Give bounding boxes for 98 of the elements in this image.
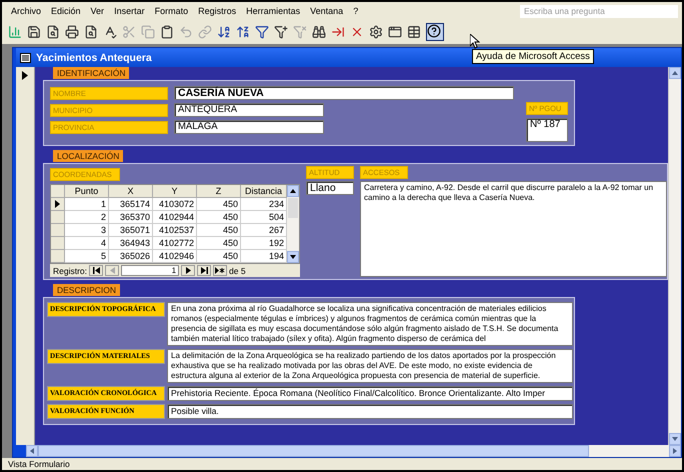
text-field[interactable]: Llano [306, 181, 354, 195]
text-area[interactable]: La delimitación de la Zona Arqueológica se ha realizado partiendo de los datos aportados por la prospección exhaustiva que se ha realizado motivada por las obras del AVE. De este modo, no existe evidencia de estructura alguna al exterior de la Zona Arqueológica propuesta con presencia de material de superficie. [167, 349, 573, 383]
new-record-icon[interactable] [331, 25, 345, 39]
table-cell: 234 [241, 198, 287, 211]
scrollbar[interactable] [287, 185, 299, 263]
save-icon[interactable] [27, 25, 41, 39]
table-cell: 4103072 [153, 198, 197, 211]
menu-item[interactable]: ? [348, 6, 364, 16]
text-field[interactable]: ANTEQUERA [174, 103, 324, 117]
status-text: Vista Formulario [8, 459, 70, 469]
arrow-right-icon [672, 448, 678, 454]
arrow-up-icon [672, 70, 678, 76]
text-field[interactable]: Prehistoria Reciente. Época Romana (Neolítico Final/Calcolítico. Bronce Orientalizante. Alto Imper [167, 386, 573, 401]
properties-icon[interactable] [369, 25, 383, 39]
text-field[interactable]: MÁLAGA [174, 120, 324, 134]
column-header: Y [153, 185, 197, 198]
arrow-left-icon [29, 448, 35, 454]
cursor-icon [470, 34, 480, 49]
table-cell: 364943 [109, 237, 153, 250]
table-cell: 3 [65, 224, 109, 237]
new-record-icon [215, 267, 226, 274]
first-icon [92, 267, 100, 274]
arrow-up-icon [290, 188, 296, 194]
table-cell: 365174 [109, 198, 153, 211]
window-icon[interactable] [388, 25, 402, 39]
delete-record-icon[interactable] [350, 25, 364, 39]
table-cell: 504 [241, 211, 287, 224]
table-cell: 450 [197, 250, 241, 263]
new-object-icon[interactable] [407, 25, 421, 39]
current-record-icon [22, 71, 28, 80]
last-icon [200, 267, 208, 274]
tooltip: Ayuda de Microsoft Access [472, 49, 594, 64]
menu-item[interactable]: Ver [86, 6, 110, 16]
help-icon[interactable] [426, 23, 444, 41]
scrollbar-thumb[interactable] [288, 198, 298, 218]
sort-ascending-icon[interactable] [217, 25, 231, 39]
clipboard-icon[interactable] [160, 25, 174, 39]
print-preview-icon[interactable] [84, 25, 98, 39]
table-cell: 4102537 [153, 224, 197, 237]
new-record-button[interactable] [213, 265, 228, 276]
last-record-button[interactable] [197, 265, 212, 276]
menu-item[interactable]: Registros [193, 6, 242, 16]
form-icon [20, 52, 31, 62]
previous-icon [110, 267, 115, 274]
table-cell: 1 [65, 198, 109, 211]
filter-form-icon[interactable] [274, 25, 288, 39]
table-cell: 450 [197, 198, 241, 211]
printer-icon[interactable] [65, 25, 79, 39]
filter-icon[interactable] [255, 25, 269, 39]
table-cell: 267 [241, 224, 287, 237]
table-cell: 450 [197, 211, 241, 224]
record-number-field[interactable]: 1 [121, 265, 180, 276]
table-cell: 2 [65, 211, 109, 224]
column-header: Punto [65, 185, 109, 198]
vertical-scrollbar[interactable] [668, 67, 681, 445]
table-cell: 365071 [109, 224, 153, 237]
column-header: Z [197, 185, 241, 198]
sort-descending-icon[interactable] [236, 25, 250, 39]
next-record-button[interactable] [181, 265, 196, 276]
first-record-button[interactable] [89, 265, 104, 276]
record-label: Registro: [53, 266, 88, 276]
table-cell: 4 [65, 237, 109, 250]
menu-item[interactable]: Formato [150, 6, 194, 16]
text-field[interactable]: Nº 187 [526, 118, 568, 142]
binoculars-icon[interactable] [312, 25, 326, 39]
arrow-down-icon [672, 436, 678, 442]
table-cell: 5 [65, 250, 109, 263]
table-cell: 4102946 [153, 250, 197, 263]
menu-item[interactable]: Herramientas [241, 6, 306, 16]
menu-item[interactable]: Ventana [305, 6, 348, 16]
table-cell: 192 [241, 237, 287, 250]
text-field[interactable]: Posible villa. [167, 404, 573, 419]
current-record-icon [55, 200, 60, 208]
question-field[interactable]: Escriba una pregunta [520, 4, 678, 18]
column-header: Distancia [241, 185, 287, 198]
menu-item[interactable]: Archivo [6, 6, 46, 16]
spellcheck-icon[interactable] [103, 25, 117, 39]
text-area[interactable]: Carretera y camino, A-92. Desde el carril que discurre paralelo a la A-92 tomar un camino a la derecha que lleva a Casería Nueva. [360, 181, 667, 277]
text-field[interactable]: CASERÍA NUEVA [174, 86, 514, 100]
text-area[interactable]: En una zona próxima al río Guadalhorce se localiza una significativa concentración de materiales edilicios romanos (especialmente tégulas e ímbrices) y algunos fragmentos de cerámica común mientras que la presencia de sigillata es muy escasa documentándose sólo algún fragmento aislado de T.S.H. Se documenta también material lítico trabajado (sílex y ofita). Algún fragmento disperso de cerámica del [167, 302, 573, 346]
menu-item[interactable]: Insertar [109, 6, 150, 16]
table-cell: 4102772 [153, 237, 197, 250]
window-title: Yacimientos Antequera [36, 52, 152, 64]
record-count: de 5 [229, 266, 246, 276]
horizontal-scrollbar[interactable] [26, 445, 681, 457]
row-selector[interactable] [51, 198, 65, 211]
arrow-down-icon [290, 254, 296, 260]
table-cell: 365026 [109, 250, 153, 263]
column-header: X [109, 185, 153, 198]
menu-item[interactable]: Edición [46, 6, 86, 16]
table-cell: 450 [197, 237, 241, 250]
next-icon [186, 267, 191, 274]
row-selector-header [51, 185, 65, 198]
table-cell: 194 [241, 250, 287, 263]
table-cell: 450 [197, 224, 241, 237]
table-cell: 4102944 [153, 211, 197, 224]
search-icon[interactable] [46, 25, 60, 39]
table-cell: 365370 [109, 211, 153, 224]
